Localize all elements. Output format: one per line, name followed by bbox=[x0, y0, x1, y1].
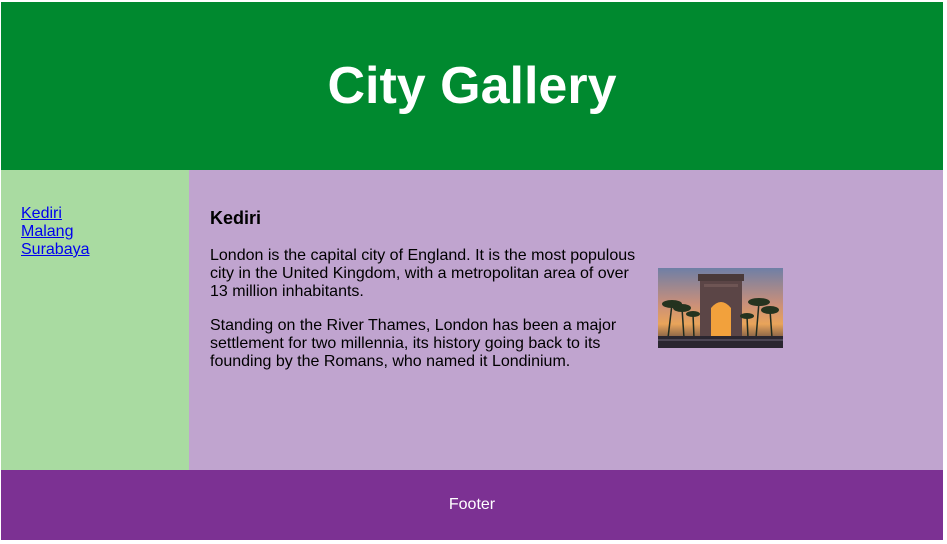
article: Kediri London is the capital city of Eng… bbox=[189, 170, 943, 470]
page-footer: Footer bbox=[1, 470, 943, 540]
article-heading: Kediri bbox=[210, 208, 262, 228]
footer-text: Footer bbox=[448, 496, 496, 513]
article-paragraph-2: Standing on the River Thames, London has… bbox=[210, 317, 617, 370]
page-title: City Gallery bbox=[327, 57, 617, 115]
city-photo bbox=[658, 268, 783, 348]
content-row: Kediri Malang Surabaya Kediri London is … bbox=[1, 170, 943, 470]
nav-link-kediri[interactable]: Kediri bbox=[21, 205, 189, 223]
nav-link-malang[interactable]: Malang bbox=[21, 223, 189, 241]
sidebar-nav: Kediri Malang Surabaya bbox=[1, 170, 189, 470]
page-header: City Gallery bbox=[1, 2, 943, 170]
arch-monument-image bbox=[658, 268, 783, 348]
nav-link-surabaya[interactable]: Surabaya bbox=[21, 241, 189, 259]
article-paragraph-1: London is the capital city of England. I… bbox=[210, 247, 636, 300]
page: City Gallery Kediri Malang Surabaya Kedi… bbox=[1, 2, 943, 540]
